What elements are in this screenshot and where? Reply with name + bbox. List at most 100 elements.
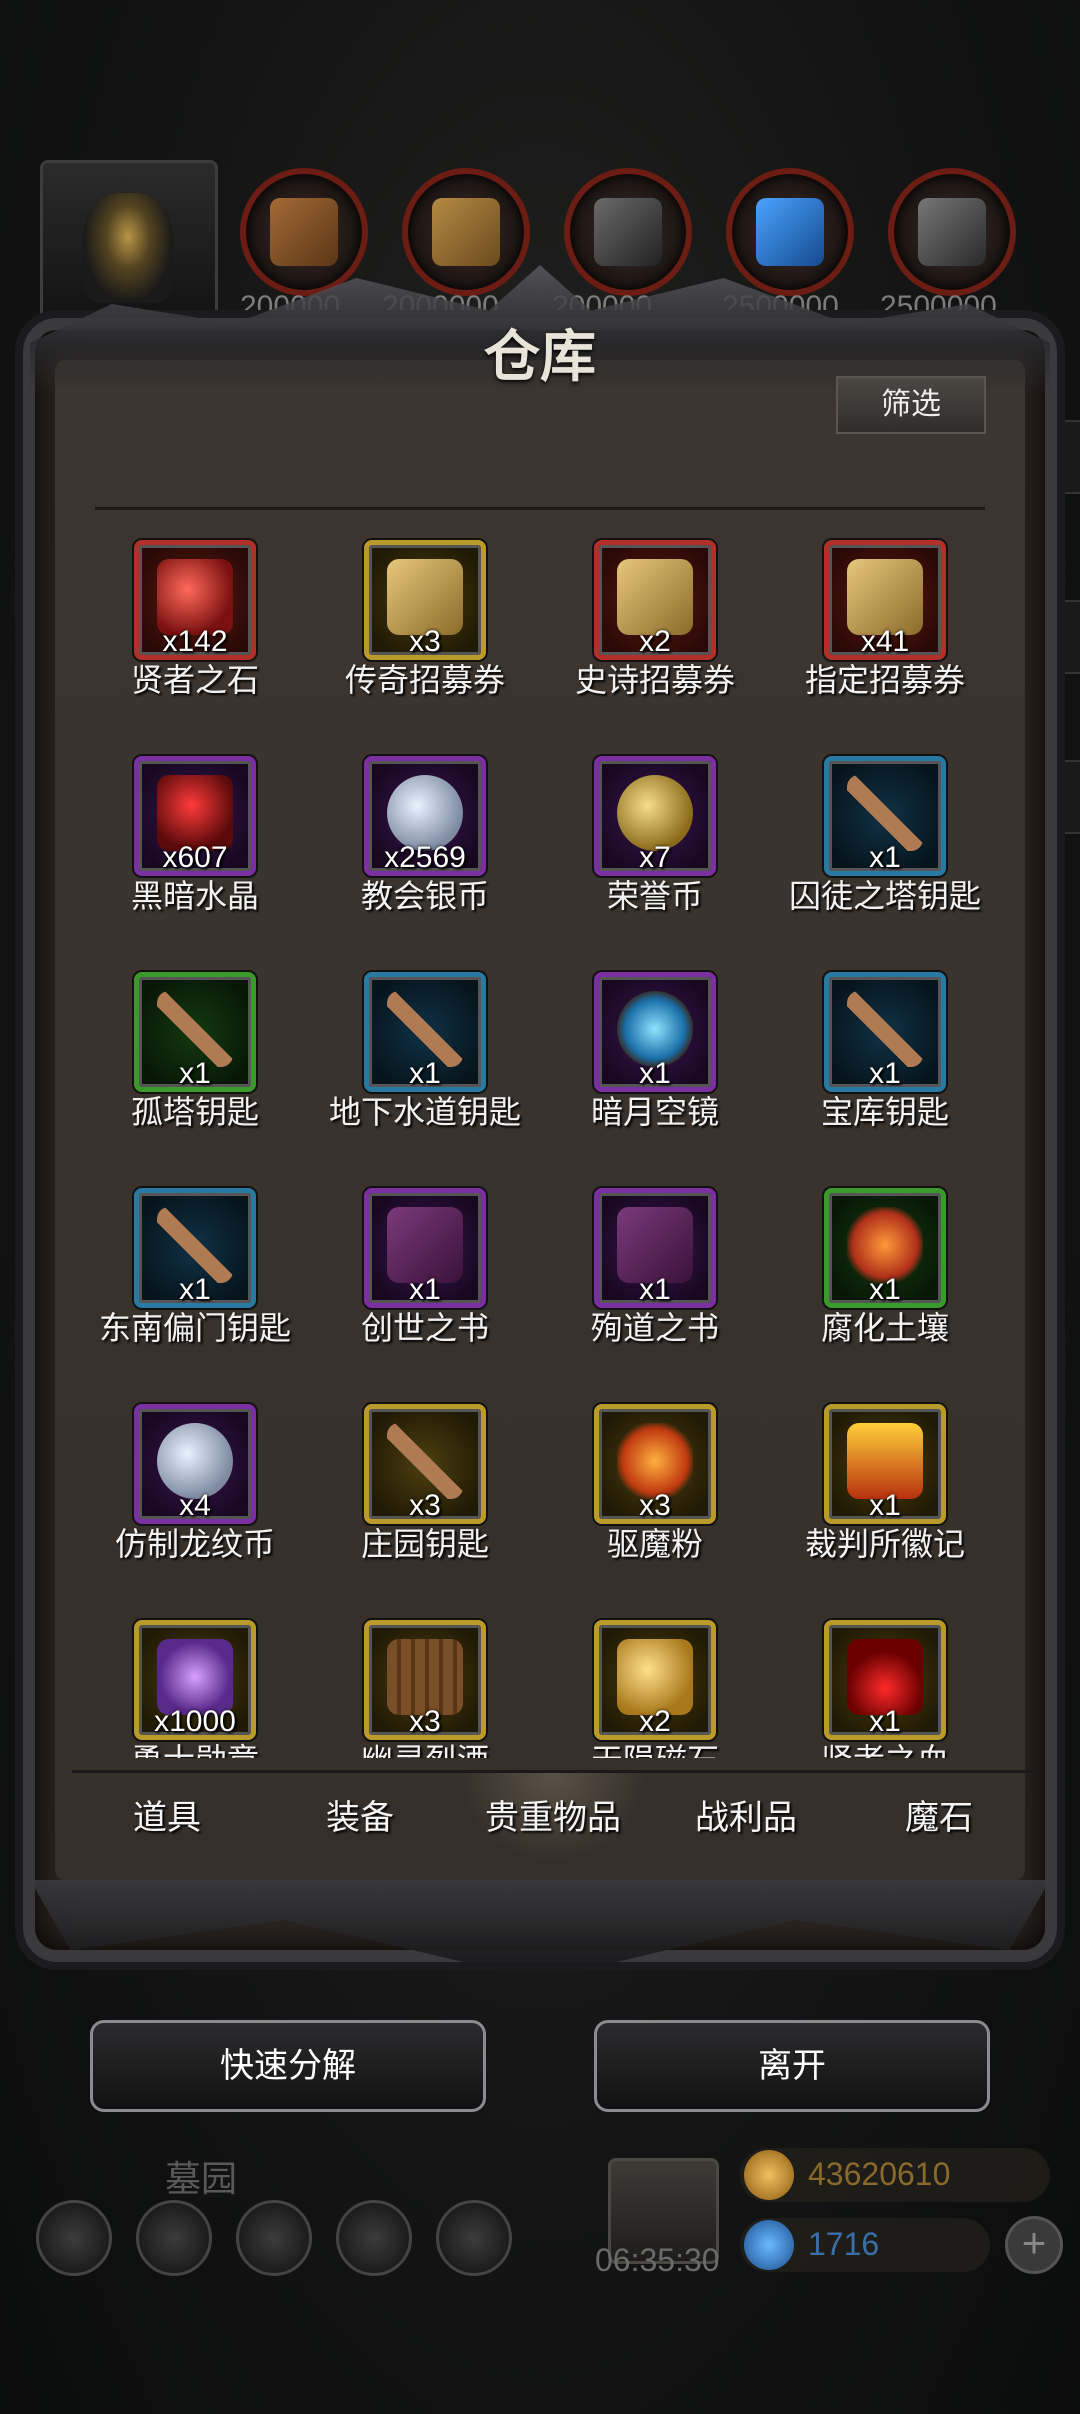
inventory-item[interactable]: x1 孤塔钥匙	[80, 962, 310, 1178]
item-quantity: x1	[869, 1273, 901, 1306]
item-quantity: x3	[639, 1489, 671, 1522]
item-name: 天陨磁石	[530, 1735, 780, 1758]
leave-button[interactable]: 离开	[594, 2020, 990, 2112]
tab-valuables[interactable]: 贵重物品	[458, 1773, 648, 1863]
item-frame[interactable]: x1	[594, 1188, 716, 1308]
item-frame[interactable]: x1000	[134, 1620, 256, 1740]
item-frame[interactable]: x41	[824, 540, 946, 660]
item-name: 仿制龙纹币	[114, 1526, 275, 1562]
item-quantity: x1	[179, 1273, 211, 1306]
inventory-item[interactable]: x142 贤者之石	[80, 530, 310, 746]
inventory-item[interactable]: x1 东南偏门钥匙	[80, 1178, 310, 1394]
tab-loot[interactable]: 战利品	[651, 1773, 841, 1863]
blood-drop-icon	[847, 1639, 923, 1715]
item-quantity: x3	[409, 1489, 441, 1522]
inventory-item[interactable]: x2天陨磁石	[540, 1610, 770, 1758]
inventory-item[interactable]: x1 囚徒之塔钥匙	[770, 746, 1000, 962]
inventory-item[interactable]: x1000勇士勋章	[80, 1610, 310, 1758]
gold-coin-icon	[744, 2150, 794, 2200]
item-quantity: x1	[409, 1057, 441, 1090]
item-quantity: x142	[162, 625, 228, 658]
item-name: 孤塔钥匙	[130, 1094, 259, 1130]
item-frame[interactable]: x1	[134, 972, 256, 1092]
item-name: 史诗招募券	[574, 662, 735, 698]
resource-orb-2[interactable]	[402, 168, 530, 296]
item-frame[interactable]: x142	[134, 540, 256, 660]
star-badge-icon[interactable]	[136, 2200, 212, 2276]
gate-icon[interactable]	[236, 2200, 312, 2276]
silver-coin-icon	[387, 775, 463, 851]
inventory-item[interactable]: x607 黑暗水晶	[80, 746, 310, 962]
inventory-item[interactable]: x1 地下水道钥匙	[310, 962, 540, 1178]
mail-icon[interactable]	[336, 2200, 412, 2276]
item-frame[interactable]: x1	[824, 972, 946, 1092]
item-frame[interactable]: x3	[364, 1404, 486, 1524]
item-frame[interactable]: x1	[824, 756, 946, 876]
item-frame[interactable]: x1	[824, 1620, 946, 1740]
inventory-item[interactable]: x1 裁判所徽记	[770, 1394, 1000, 1610]
inventory-item[interactable]: x1贤者之血	[770, 1610, 1000, 1758]
gift-timer: 06:35:30	[595, 2242, 720, 2278]
filter-button[interactable]: 筛选	[836, 376, 986, 434]
inventory-item[interactable]: x1 宝库钥匙	[770, 962, 1000, 1178]
item-quantity: x607	[162, 841, 228, 874]
inventory-item[interactable]: x2569 教会银币	[310, 746, 540, 962]
side-tab-decoration	[1050, 760, 1080, 834]
book-icon	[387, 1207, 463, 1283]
inventory-item[interactable]: x1 殉道之书	[540, 1178, 770, 1394]
item-frame[interactable]: x1	[824, 1404, 946, 1524]
item-frame[interactable]: x7	[594, 756, 716, 876]
key-icon	[157, 1207, 233, 1283]
item-frame[interactable]: x1	[594, 972, 716, 1092]
item-frame[interactable]: x3	[594, 1404, 716, 1524]
inventory-item[interactable]: x1 创世之书	[310, 1178, 540, 1394]
gem-value: 1716	[808, 2226, 880, 2262]
inventory-item[interactable]: x1 暗月空镜	[540, 962, 770, 1178]
inventory-item[interactable]: x41 指定招募券	[770, 530, 1000, 746]
resource-orb-1[interactable]	[240, 168, 368, 296]
wood-log-icon	[270, 198, 338, 266]
settings-gear-icon[interactable]	[36, 2200, 112, 2276]
item-frame[interactable]: x1	[824, 1188, 946, 1308]
resource-orb-5[interactable]	[888, 168, 1016, 296]
item-frame[interactable]: x2	[594, 540, 716, 660]
item-frame[interactable]: x2	[594, 1620, 716, 1740]
quick-decompose-button[interactable]: 快速分解	[90, 2020, 486, 2112]
item-quantity: x3	[409, 625, 441, 658]
scroll-icon	[847, 559, 923, 635]
item-frame[interactable]: x1	[364, 1188, 486, 1308]
item-quantity: x1	[869, 1057, 901, 1090]
tab-equipment[interactable]: 装备	[265, 1773, 455, 1863]
hero-portrait[interactable]	[40, 160, 218, 331]
side-tab-decoration	[1050, 600, 1080, 674]
chest-icon[interactable]	[436, 2200, 512, 2276]
item-quantity: x1	[869, 841, 901, 874]
gold-ore-icon	[617, 1639, 693, 1715]
item-frame[interactable]: x1	[134, 1188, 256, 1308]
inventory-item[interactable]: x3 驱魔粉	[540, 1394, 770, 1610]
resource-orb-4[interactable]	[726, 168, 854, 296]
soil-icon	[847, 1207, 923, 1283]
inventory-item[interactable]: x1 腐化土壤	[770, 1178, 1000, 1394]
inventory-item[interactable]: x3 传奇招募券	[310, 530, 540, 746]
item-quantity: x1	[639, 1057, 671, 1090]
item-grid: x142 贤者之石 x3 传奇招募券 x2 史诗招募券 x41 指定招募券 x607 黑暗水晶 x2…	[80, 530, 1000, 1758]
inventory-item[interactable]: x7 荣誉币	[540, 746, 770, 962]
inventory-item[interactable]: x3幽灵烈酒	[310, 1610, 540, 1758]
inventory-item[interactable]: x4 仿制龙纹币	[80, 1394, 310, 1610]
resource-orb-3[interactable]	[564, 168, 692, 296]
item-frame[interactable]: x3	[364, 540, 486, 660]
key-icon	[847, 775, 923, 851]
item-frame[interactable]: x1	[364, 972, 486, 1092]
gold-counter: 43620610	[740, 2148, 1050, 2202]
item-frame[interactable]: x3	[364, 1620, 486, 1740]
tab-items[interactable]: 道具	[72, 1773, 262, 1863]
inventory-item[interactable]: x3 庄园钥匙	[310, 1394, 540, 1610]
silver-coin-icon	[157, 1423, 233, 1499]
item-frame[interactable]: x4	[134, 1404, 256, 1524]
add-currency-button[interactable]: +	[1005, 2216, 1063, 2274]
item-frame[interactable]: x2569	[364, 756, 486, 876]
inventory-item[interactable]: x2 史诗招募券	[540, 530, 770, 746]
item-frame[interactable]: x607	[134, 756, 256, 876]
tab-magic-stones[interactable]: 魔石	[844, 1773, 1034, 1863]
